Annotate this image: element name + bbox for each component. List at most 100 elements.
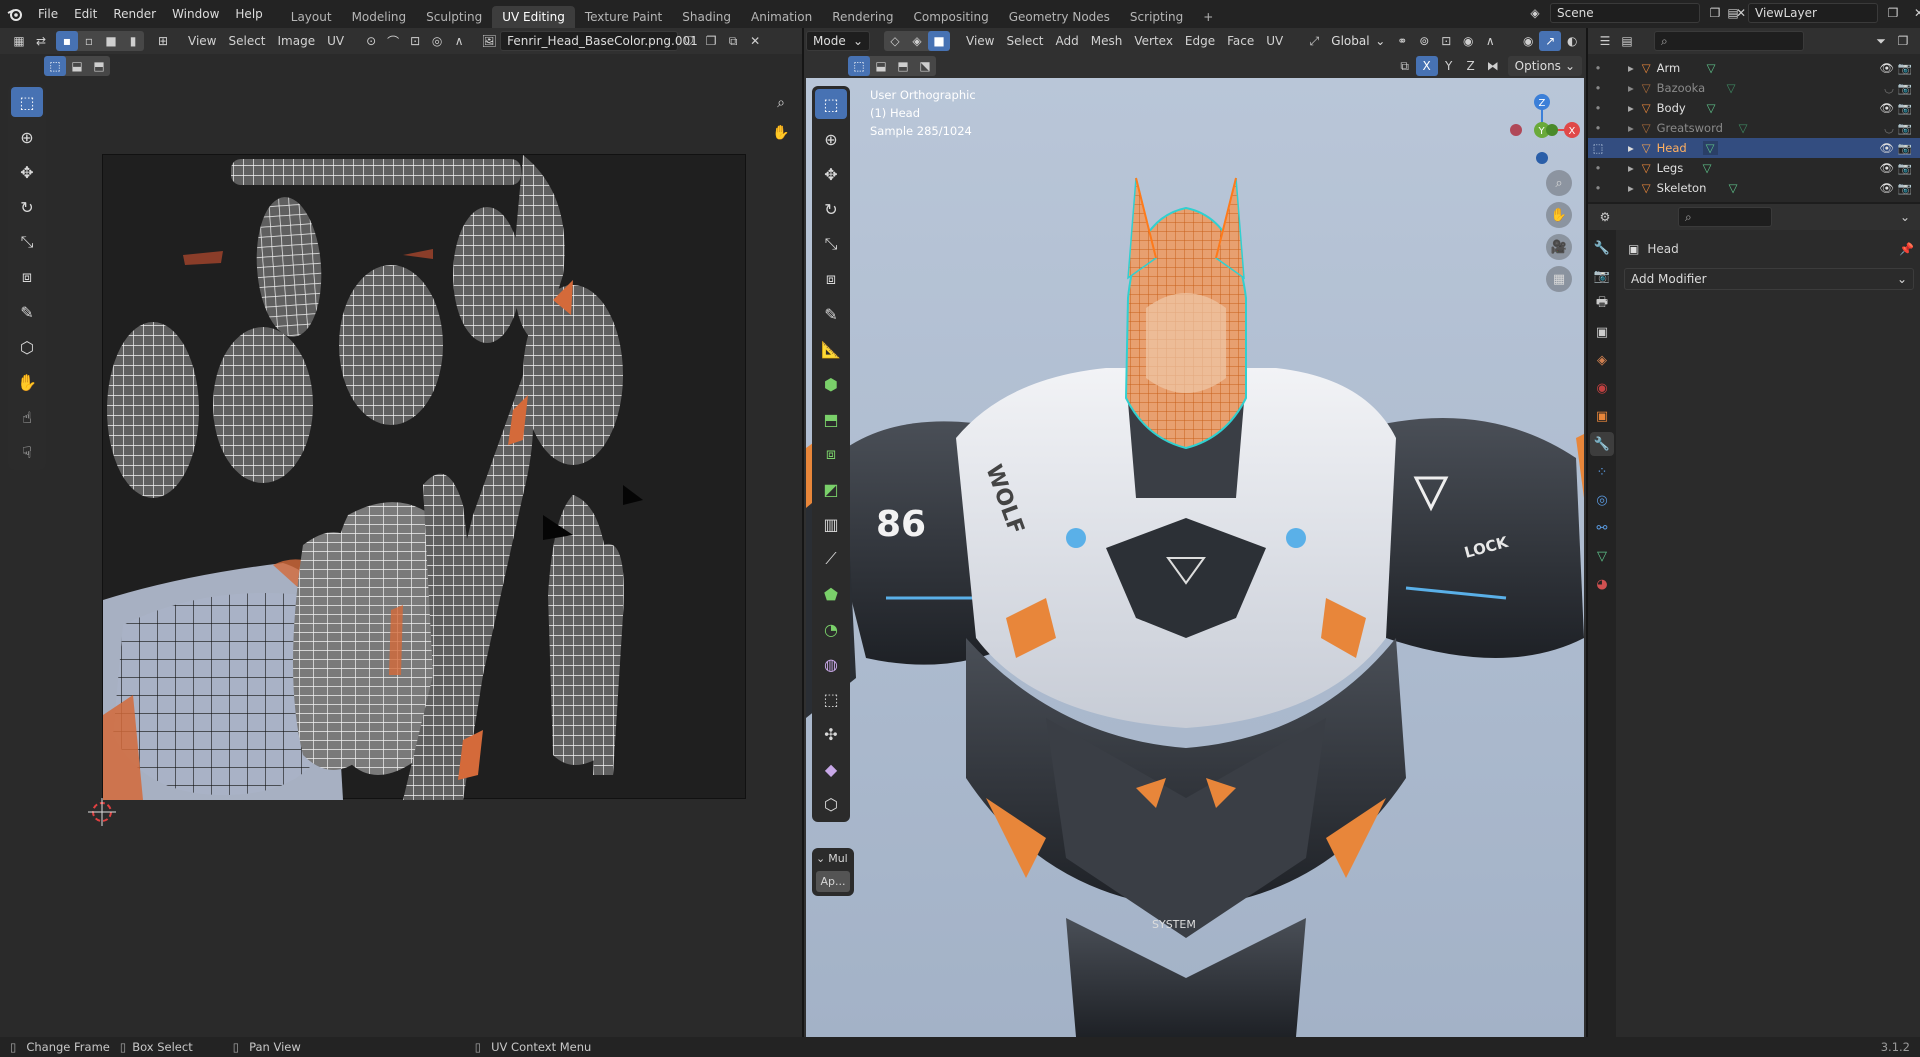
tab-modeling[interactable]: Modeling [342, 6, 417, 28]
physics-tab-icon[interactable]: ◎ [1590, 488, 1614, 512]
vp-menu-uv[interactable]: UV [1260, 31, 1289, 51]
snap-element-icon[interactable]: ⊡ [1435, 31, 1457, 51]
tab-layout[interactable]: Layout [281, 6, 342, 28]
visibility-icon[interactable]: ◉ [1517, 31, 1539, 51]
vp-menu-view[interactable]: View [960, 31, 1000, 51]
mirror-y-toggle[interactable]: Y [1438, 56, 1460, 76]
rip-tool-icon[interactable]: ⬡ [11, 332, 43, 362]
vp-select-new-icon[interactable]: ⬚ [848, 56, 870, 76]
object-tab-icon[interactable]: ▣ [1590, 404, 1614, 428]
relax-tool-icon[interactable]: ☝ [11, 402, 43, 432]
proportional-edit-icon[interactable]: ◎ [426, 31, 448, 51]
edge-mode-icon[interactable]: ◈ [906, 31, 928, 51]
transform-tool-icon[interactable]: ⧈ [11, 262, 43, 292]
image-browse-icon[interactable]: 🖼 [478, 31, 500, 51]
uv-image-canvas[interactable] [102, 154, 746, 800]
edit-mode-icon[interactable]: ⬚ [1588, 141, 1608, 155]
knife-tool-icon[interactable]: ⟋ [815, 544, 847, 574]
outliner-editor-type-icon[interactable]: ☰ [1594, 31, 1616, 51]
new-view-layer-icon[interactable]: ❐ [1882, 3, 1904, 23]
vertex-select-icon[interactable]: ▪ [56, 31, 78, 51]
edge-select-icon[interactable]: ▫ [78, 31, 100, 51]
expand-arrow-icon[interactable]: ▸ [1628, 81, 1634, 95]
vp-zoom-icon[interactable]: ⌕ [1546, 170, 1572, 196]
modifier-tab-icon[interactable]: 🔧 [1590, 432, 1614, 456]
menu-window[interactable]: Window [164, 3, 227, 25]
orientation-icon[interactable]: ⤢ [1303, 31, 1325, 51]
vp-menu-select[interactable]: Select [1000, 31, 1049, 51]
tab-compositing[interactable]: Compositing [903, 6, 998, 28]
hide-in-viewport-dot[interactable]: • [1588, 181, 1608, 195]
editor-type-icon[interactable]: ▦ [8, 31, 30, 51]
outliner-item-body[interactable]: • ▸ ▽ Body ▽ 👁 📷 [1588, 98, 1920, 118]
annotate-tool-icon[interactable]: ✎ [11, 297, 43, 327]
vp-select-invert-icon[interactable]: ⬔ [914, 56, 936, 76]
view-layer-tab-icon[interactable]: ▣ [1590, 320, 1614, 344]
expand-arrow-icon[interactable]: ▸ [1628, 181, 1634, 195]
output-tab-icon[interactable]: 🖶 [1590, 292, 1614, 316]
vp-move-tool-icon[interactable]: ✥ [815, 159, 847, 189]
mesh-data-icon[interactable]: ▽ [1729, 181, 1738, 195]
add-modifier-dropdown[interactable]: Add Modifier ⌄ [1624, 268, 1914, 290]
mesh-data-icon[interactable]: ▽ [1703, 161, 1712, 175]
outliner-search[interactable]: ⌕ [1654, 31, 1804, 51]
particles-tab-icon[interactable]: ⁘ [1590, 460, 1614, 484]
tab-texture-paint[interactable]: Texture Paint [575, 6, 672, 28]
eye-icon[interactable]: 👁 [1879, 61, 1894, 75]
render-camera-icon[interactable]: 📷 [1898, 141, 1912, 155]
fake-user-icon[interactable]: ⛉ [678, 31, 700, 51]
uv-menu-select[interactable]: Select [222, 31, 271, 51]
scene-tab-icon[interactable]: ◈ [1590, 348, 1614, 372]
sync-selection-icon[interactable]: ⇄ [30, 31, 52, 51]
proportional-icon[interactable]: ◉ [1457, 31, 1479, 51]
vp-annotate-tool-icon[interactable]: ✎ [815, 299, 847, 329]
eye-icon[interactable]: 👁 [1879, 101, 1894, 115]
island-select-icon[interactable]: ▮ [122, 31, 144, 51]
mirror-z-toggle[interactable]: Z [1460, 56, 1482, 76]
sticky-select-icon[interactable]: ⊞ [152, 31, 174, 51]
vp-select-extend-icon[interactable]: ⬓ [870, 56, 892, 76]
vp-menu-edge[interactable]: Edge [1179, 31, 1221, 51]
select-box-tool-icon[interactable]: ⬚ [11, 87, 43, 117]
constraints-tab-icon[interactable]: ⚯ [1590, 516, 1614, 540]
menu-help[interactable]: Help [227, 3, 270, 25]
tab-shading[interactable]: Shading [672, 6, 741, 28]
eye-icon[interactable]: 👁 [1879, 141, 1894, 155]
shrink-fatten-tool-icon[interactable]: ✣ [815, 719, 847, 749]
select-subtract-icon[interactable]: ⬒ [88, 56, 110, 76]
eye-icon[interactable]: 👁 [1879, 181, 1894, 195]
navigation-gizmo[interactable]: Z X Y [1494, 90, 1580, 176]
select-new-icon[interactable]: ⬚ [44, 56, 66, 76]
render-tab-icon[interactable]: 📷 [1590, 264, 1614, 288]
move-tool-icon[interactable]: ✥ [11, 157, 43, 187]
mesh-data-icon[interactable]: ▽ [1727, 81, 1736, 95]
duplicate-image-icon[interactable]: ❐ [700, 31, 722, 51]
properties-search[interactable]: ⌕ [1678, 207, 1772, 227]
edge-slide-tool-icon[interactable]: ⬚ [815, 684, 847, 714]
tab-scripting[interactable]: Scripting [1120, 6, 1193, 28]
mesh-data-icon[interactable]: ▽ [1702, 141, 1718, 155]
spin-tool-icon[interactable]: ◔ [815, 614, 847, 644]
vp-scale-tool-icon[interactable]: ⤡ [815, 229, 847, 259]
properties-editor-type-icon[interactable]: ⚙ [1594, 207, 1616, 227]
grab-tool-icon[interactable]: ✋ [11, 367, 43, 397]
tab-animation[interactable]: Animation [741, 6, 822, 28]
vp-select-subtract-icon[interactable]: ⬒ [892, 56, 914, 76]
render-camera-icon[interactable]: 📷 [1898, 181, 1912, 195]
eye-closed-icon[interactable]: ◡ [1884, 81, 1894, 95]
material-tab-icon[interactable]: ◕ [1590, 572, 1614, 596]
hide-in-viewport-dot[interactable]: • [1588, 121, 1608, 135]
loop-cut-tool-icon[interactable]: ▥ [815, 509, 847, 539]
render-camera-icon[interactable]: 📷 [1898, 81, 1912, 95]
mesh-data-icon[interactable]: ▽ [1707, 61, 1716, 75]
menu-file[interactable]: File [30, 3, 66, 25]
mesh-data-icon[interactable]: ▽ [1739, 121, 1748, 135]
eye-icon[interactable]: 👁 [1879, 161, 1894, 175]
mesh-data-icon[interactable]: ▽ [1707, 101, 1716, 115]
menu-render[interactable]: Render [105, 3, 164, 25]
auto-merge-icon[interactable]: ⧓ [1482, 56, 1504, 76]
cursor-tool-icon[interactable]: ⊕ [11, 122, 43, 152]
options-dropdown[interactable]: Options ⌄ [1507, 56, 1582, 76]
uv-menu-view[interactable]: View [182, 31, 222, 51]
image-name-field[interactable]: Fenrir_Head_BaseColor.png.001 [500, 31, 698, 51]
